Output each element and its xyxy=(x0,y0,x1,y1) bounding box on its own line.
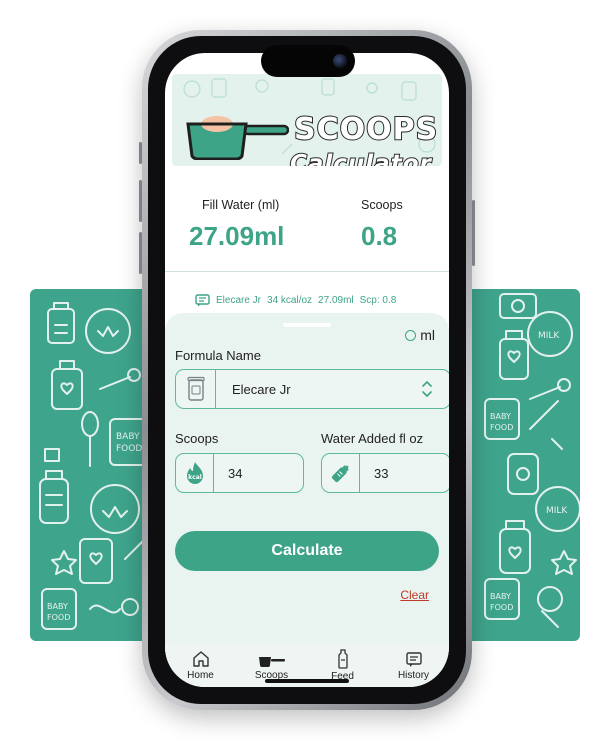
app-screen: SCOOPS Calculator Fill Water (ml) 27.09m… xyxy=(165,53,449,687)
summary-kcal: 34 kcal/oz xyxy=(267,295,313,306)
formula-name-label: Formula Name xyxy=(175,348,261,363)
svg-text:FOOD: FOOD xyxy=(116,444,142,454)
svg-text:FOOD: FOOD xyxy=(490,603,513,612)
dynamic-island xyxy=(261,45,355,77)
svg-text:BABY: BABY xyxy=(47,602,68,611)
volume-down-button xyxy=(139,232,142,274)
home-icon xyxy=(192,650,209,667)
fill-water-label: Fill Water (ml) xyxy=(202,198,280,212)
header-banner: SCOOPS Calculator xyxy=(172,74,442,166)
sheet-drag-handle[interactable] xyxy=(283,323,331,327)
tab-home-label: Home xyxy=(187,669,214,681)
tab-scoops[interactable]: Scoops xyxy=(242,650,302,681)
summary-scoops: Scp: 0.8 xyxy=(359,295,397,306)
svg-text:BABY: BABY xyxy=(116,432,140,442)
kcal-flame-icon: kcal xyxy=(176,454,214,492)
svg-text:BABY: BABY xyxy=(490,592,511,601)
tab-home[interactable]: Home xyxy=(171,650,231,681)
message-icon xyxy=(195,294,210,307)
svg-text:MILK: MILK xyxy=(538,331,560,341)
app-title-scoops: SCOOPS xyxy=(293,111,439,148)
water-added-value: 33 xyxy=(374,465,389,481)
volume-up-button xyxy=(139,180,142,222)
bottle-icon xyxy=(322,454,360,492)
svg-text:FOOD: FOOD xyxy=(47,613,70,622)
home-indicator[interactable] xyxy=(265,679,349,683)
formula-name-value: Elecare Jr xyxy=(232,381,291,397)
svg-text:MILK: MILK xyxy=(546,506,568,516)
unit-ml-label: ml xyxy=(420,327,435,343)
svg-text:FOOD: FOOD xyxy=(490,423,513,432)
water-added-label: Water Added fl oz xyxy=(321,431,424,446)
results-divider xyxy=(165,271,449,272)
unit-ml-toggle[interactable]: ml xyxy=(405,327,435,343)
water-added-input[interactable]: 33 xyxy=(321,453,449,493)
tab-history[interactable]: History xyxy=(384,650,444,681)
tab-history-label: History xyxy=(397,669,430,681)
scoop-logo-icon xyxy=(186,116,289,160)
chevron-up-down-icon xyxy=(422,381,432,397)
scoops-result-label: Scoops xyxy=(361,198,403,212)
phone-frame: SCOOPS Calculator Fill Water (ml) 27.09m… xyxy=(139,30,475,710)
scoops-input-label: Scoops xyxy=(175,431,219,446)
camera-icon xyxy=(333,54,347,68)
bottle-icon xyxy=(337,648,348,669)
scoop-icon xyxy=(258,656,285,667)
summary-formula: Elecare Jr xyxy=(216,295,262,306)
radio-icon xyxy=(405,329,417,341)
svg-text:BABY: BABY xyxy=(490,412,511,421)
formula-can-icon xyxy=(176,370,216,408)
kcal-badge: kcal xyxy=(188,474,202,481)
phone-bezel: SCOOPS Calculator Fill Water (ml) 27.09m… xyxy=(148,36,466,704)
fill-water-value: 27.09ml xyxy=(189,221,285,251)
tab-feed[interactable]: Feed xyxy=(313,648,373,682)
summary-water: 27.09ml xyxy=(318,295,354,306)
app-title-calculator: Calculator xyxy=(289,150,432,166)
calculate-button[interactable]: Calculate xyxy=(175,531,439,571)
last-calculation-summary[interactable]: Elecare Jr 34 kcal/oz 27.09ml Scp: 0.8 xyxy=(195,294,396,307)
clear-link[interactable]: Clear xyxy=(400,588,429,602)
power-button xyxy=(472,200,475,266)
action-button xyxy=(139,142,142,164)
scoops-kcal-value: 34 xyxy=(228,465,243,481)
calculator-sheet: ml Formula Name Elecare Jr Scoops kcal 3… xyxy=(165,313,449,643)
scoops-result-value: 0.8 xyxy=(361,221,398,251)
scoops-kcal-input[interactable]: kcal 34 xyxy=(175,453,304,493)
history-icon xyxy=(405,651,422,667)
formula-name-select[interactable]: Elecare Jr xyxy=(175,369,449,409)
